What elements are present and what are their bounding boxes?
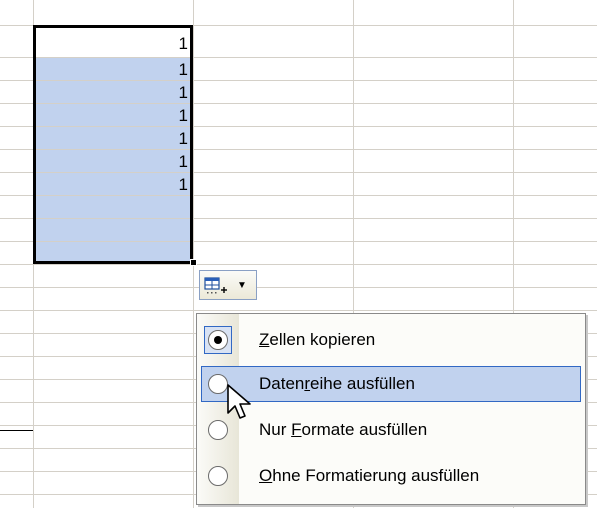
menu-item-label: Ohne Formatierung ausfüllen [259,466,480,485]
menu-item-label: Nur Formate ausfüllen [259,420,428,439]
dropdown-arrow-icon[interactable]: ▼ [235,277,249,295]
menu-item-label: Zellen kopieren [259,330,376,349]
fill-handle[interactable] [190,259,197,266]
radio-selected-icon [208,330,228,350]
menu-item-zellen-kopieren[interactable]: Zellen kopieren [197,320,585,360]
radio-icon [208,420,228,440]
radio-icon [208,374,228,394]
arrow-cursor-icon [227,384,251,419]
radio-icon [208,466,228,486]
menu-item-ohne-formatierung-ausfuellen[interactable]: Ohne Formatierung ausfüllen [197,456,585,496]
menu-item-label: Datenreihe ausfüllen [259,374,415,393]
autofill-options-button[interactable]: ▼ [199,270,257,300]
selection-border [33,25,193,264]
autofill-options-icon [204,277,227,294]
